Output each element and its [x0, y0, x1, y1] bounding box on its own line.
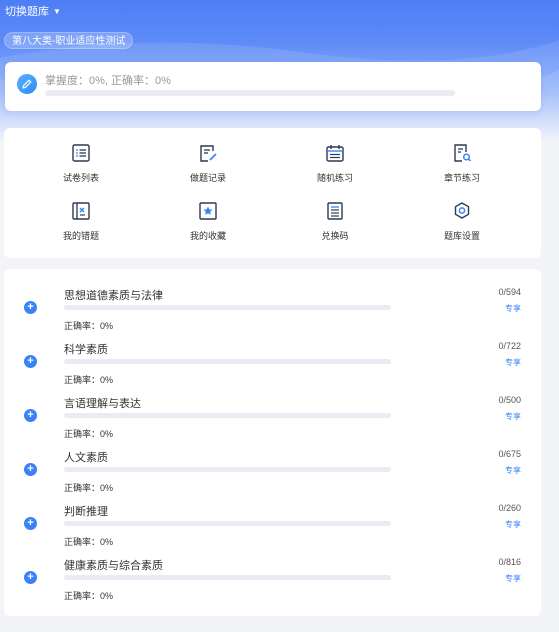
menu-item-label: 题库设置 — [443, 231, 480, 241]
expand-plus-icon[interactable]: + — [24, 355, 37, 368]
chapter-list: + 思想道德素质与法律 正确率：0% 0/594 专享 + 科学素质 正确率：0% 0/722 专… — [4, 269, 541, 616]
chapter-progress-bar — [64, 575, 391, 580]
menu-item-4[interactable]: 章节练习 — [417, 142, 507, 192]
menu-item-label: 试卷列表 — [62, 173, 99, 183]
switch-bank-button[interactable]: 切换题库 ▼ — [5, 3, 61, 19]
chapter-accuracy: 正确率：0% — [64, 537, 114, 547]
menu-item-3[interactable]: 随机练习 — [290, 142, 380, 192]
chapter-progress-bar — [64, 305, 391, 310]
chapter-name: 思想道德素质与法律 — [64, 290, 163, 302]
menu-item-label: 我的收藏 — [189, 231, 226, 241]
chapter-row[interactable]: + 判断推理正确率：0% 0/260 专享 — [4, 503, 541, 553]
exclusive-tag[interactable]: 专享 — [505, 411, 521, 422]
expand-plus-icon[interactable]: + — [24, 301, 37, 314]
menu-item-6[interactable]: 我的收藏 — [163, 200, 253, 250]
menu-item-label: 随机练习 — [316, 173, 353, 183]
menu-item-label: 兑换码 — [321, 231, 349, 241]
chapter-progress-bar — [64, 467, 391, 472]
chapter-count: 0/816 — [498, 557, 521, 567]
menu-item-5[interactable]: 我的错题 — [36, 200, 126, 250]
menu-item-7[interactable]: 兑换码 — [290, 200, 380, 250]
menu-item-label: 我的错题 — [62, 231, 99, 241]
chapter-row[interactable]: + 思想道德素质与法律 正确率：0% 0/594 专享 — [4, 287, 541, 337]
expand-plus-icon[interactable]: + — [24, 409, 37, 422]
star-icon — [199, 202, 217, 220]
chapter-accuracy: 正确率：0% — [64, 429, 114, 439]
list-icon — [72, 144, 90, 162]
chapter-row[interactable]: + 健康素质与综合素质 正确率：0% 0/816 专享 — [4, 557, 541, 607]
chapter-row[interactable]: + 人文素质正确率：0% 0/675 专享 — [4, 449, 541, 499]
chapter-progress-bar — [64, 413, 391, 418]
exclusive-tag[interactable]: 专享 — [505, 465, 521, 476]
caret-down-icon: ▼ — [53, 6, 61, 16]
exclusive-tag[interactable]: 专享 — [505, 303, 521, 314]
document-search-icon — [454, 144, 472, 162]
exclusive-tag[interactable]: 专享 — [505, 519, 521, 530]
chapter-name: 判断推理 — [64, 506, 108, 518]
exclusive-tag[interactable]: 专享 — [505, 357, 521, 368]
expand-plus-icon[interactable]: + — [24, 571, 37, 584]
chapter-name: 健康素质与综合素质 — [64, 560, 163, 572]
menu-item-1[interactable]: 试卷列表 — [36, 142, 126, 192]
bank-name-badge: 第八大类-职业适应性测试 — [4, 32, 134, 49]
wrong-book-icon — [72, 202, 90, 220]
chapter-count: 0/675 — [498, 449, 521, 459]
chapter-count: 0/500 — [498, 395, 521, 405]
chapter-count: 0/722 — [498, 341, 521, 351]
chapter-row[interactable]: + 科学素质正确率：0% 0/722 专享 — [4, 341, 541, 391]
code-list-icon — [327, 202, 343, 220]
menu-item-label: 章节练习 — [443, 173, 480, 183]
progress-card: 掌握度：0%, 正确率：0% — [5, 62, 541, 111]
menu-item-label: 做题记录 — [189, 173, 226, 183]
mastery-progress-bar — [45, 90, 455, 96]
chapter-count: 0/260 — [498, 503, 521, 513]
settings-icon — [454, 202, 470, 219]
chapter-accuracy: 正确率：0% — [64, 483, 114, 493]
chapter-name: 人文素质 — [64, 452, 108, 464]
chapter-progress-bar — [64, 359, 391, 364]
calendar-icon — [326, 145, 344, 162]
menu-item-2[interactable]: 做题记录 — [163, 142, 253, 192]
chapter-name: 言语理解与表达 — [64, 398, 141, 410]
chapter-name: 科学素质 — [64, 344, 108, 356]
exclusive-tag[interactable]: 专享 — [505, 573, 521, 584]
expand-plus-icon[interactable]: + — [24, 517, 37, 530]
menu-item-8[interactable]: 题库设置 — [417, 200, 507, 250]
chapter-count: 0/594 — [498, 287, 521, 297]
chapter-accuracy: 正确率：0% — [64, 591, 114, 601]
chapter-progress-bar — [64, 521, 391, 526]
mastery-stat: 掌握度：0%, 正确率：0% — [45, 75, 171, 87]
chapter-accuracy: 正确率：0% — [64, 321, 114, 331]
edit-record-icon — [200, 145, 217, 162]
feature-menu: 试卷列表 做题记录 随机练习 章节练习我的错题 我的收藏 兑换码 题库设置 — [4, 128, 541, 258]
switch-bank-label: 切换题库 — [5, 6, 49, 18]
expand-plus-icon[interactable]: + — [24, 463, 37, 476]
chapter-row[interactable]: + 言语理解与表达 正确率：0% 0/500 专享 — [4, 395, 541, 445]
pencil-icon — [17, 74, 37, 94]
chapter-accuracy: 正确率：0% — [64, 375, 114, 385]
